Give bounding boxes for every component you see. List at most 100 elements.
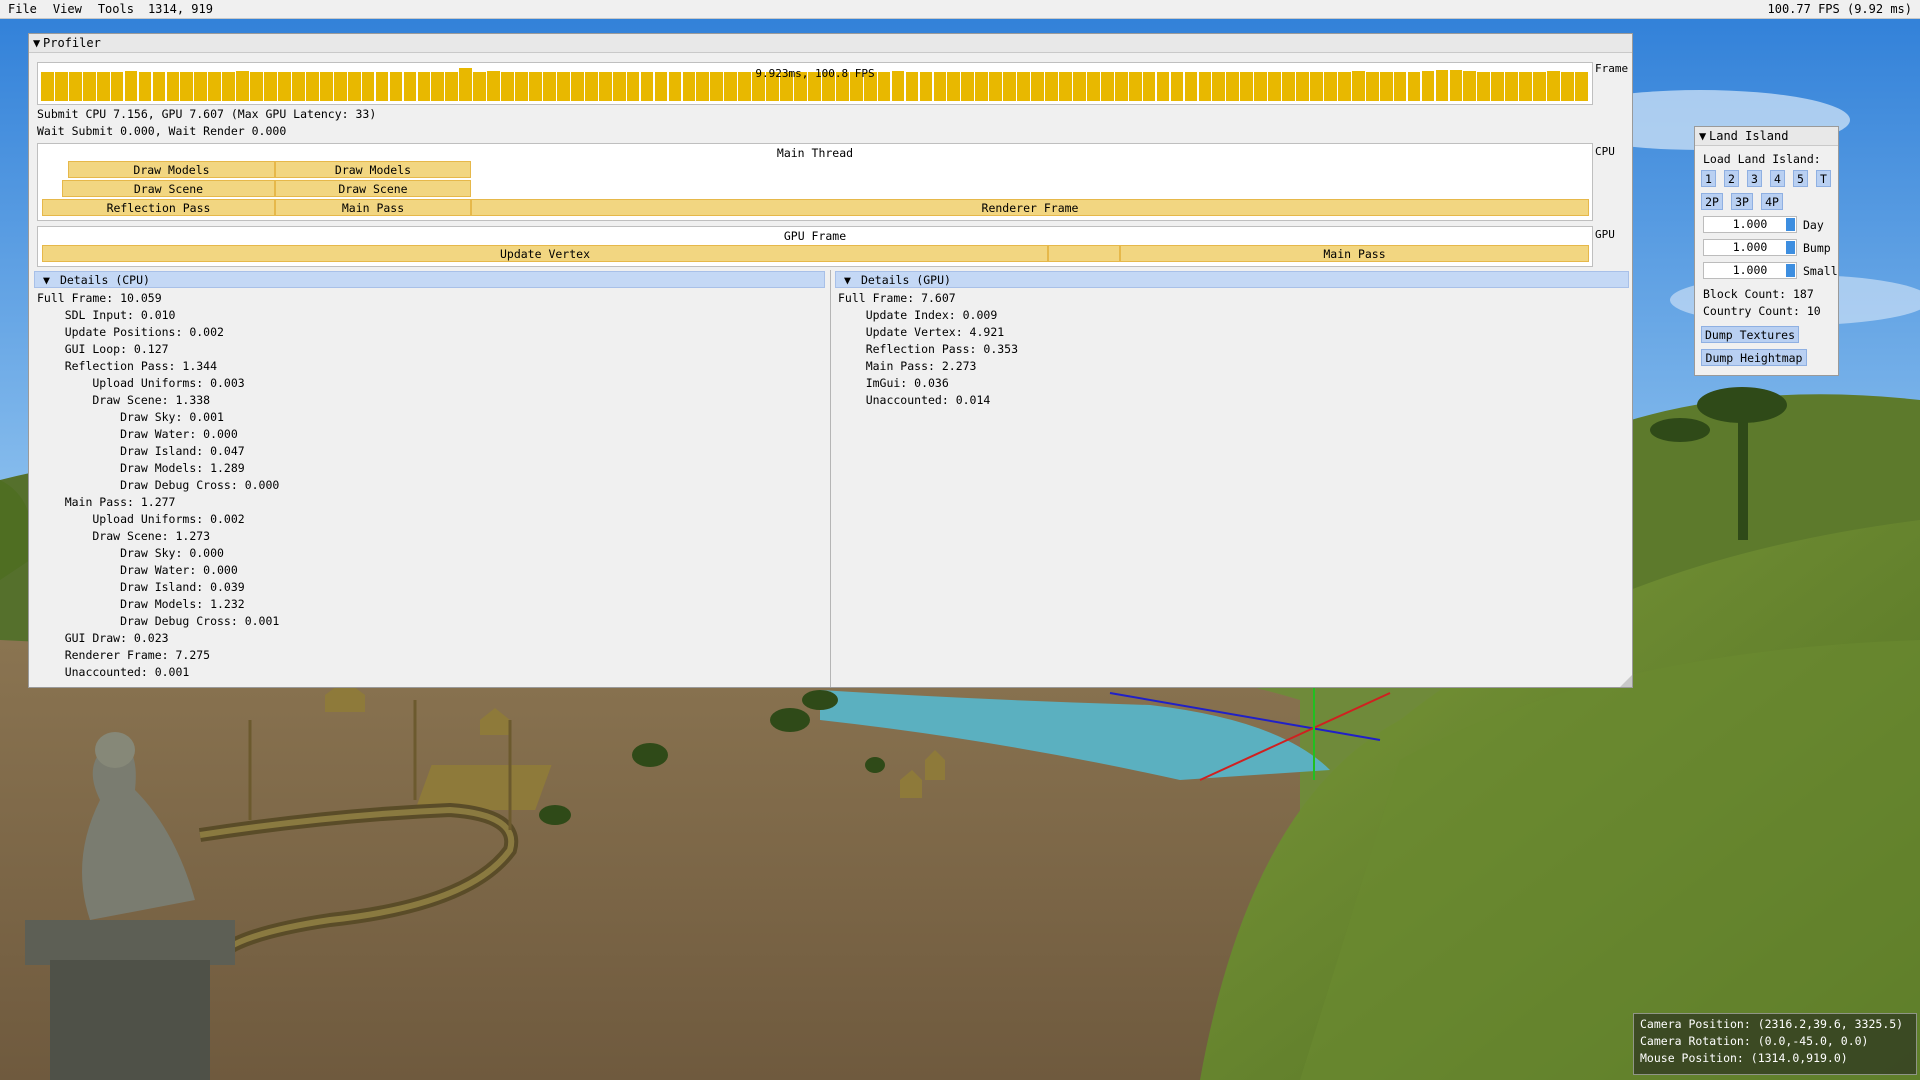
details-cpu-row: Draw Water: 0.000 <box>37 427 238 441</box>
menu-tools[interactable]: Tools <box>90 0 142 18</box>
island-4-button[interactable]: 4 <box>1770 170 1785 187</box>
details-cpu-row: Draw Debug Cross: 0.000 <box>37 478 280 492</box>
details-gpu-row: Full Frame: 7.607 <box>838 291 956 305</box>
details-cpu-row: Unaccounted: 0.001 <box>37 665 190 679</box>
details-cpu-row: Draw Island: 0.047 <box>37 444 245 458</box>
details-cpu-header[interactable]: ▼ Details (CPU) <box>34 271 825 288</box>
collapse-triangle-icon: ▼ <box>43 273 50 287</box>
details-cpu-row: Draw Sky: 0.001 <box>37 410 224 424</box>
island-5-button[interactable]: 5 <box>1793 170 1808 187</box>
block-draw-scene-reflection[interactable]: Draw Scene <box>62 180 275 197</box>
bump-slider-value: 1.000 <box>1732 240 1768 254</box>
collapse-triangle-icon[interactable]: ▼ <box>1699 127 1709 145</box>
gpu-track-title: GPU Frame <box>783 229 847 243</box>
details-gpu-list: Full Frame: 7.607 Update Index: 0.009 Up… <box>838 290 1018 409</box>
small-slider[interactable]: 1.000 <box>1703 262 1797 279</box>
dump-heightmap-button[interactable]: Dump Heightmap <box>1701 349 1807 366</box>
details-cpu-row: GUI Loop: 0.127 <box>37 342 169 356</box>
camera-position: Camera Position: (2316.2,39.6, 3325.5) <box>1640 1017 1904 1031</box>
details-cpu-row: Draw Island: 0.039 <box>37 580 245 594</box>
island-1-button[interactable]: 1 <box>1701 170 1716 187</box>
bump-slider[interactable]: 1.000 <box>1703 239 1797 256</box>
details-gpu-row: ImGui: 0.036 <box>838 376 949 390</box>
block-update-vertex[interactable]: Update Vertex <box>42 245 1048 262</box>
block-draw-scene-main[interactable]: Draw Scene <box>275 180 471 197</box>
details-cpu-title: Details (CPU) <box>59 273 150 287</box>
details-cpu-list: Full Frame: 10.059 SDL Input: 0.010 Upda… <box>37 290 279 681</box>
slider-grab-handle[interactable] <box>1786 241 1795 254</box>
details-cpu-row: Draw Scene: 1.338 <box>37 393 211 407</box>
profiler-window[interactable]: ▼ Profiler 9.923ms, 100.8 FPS Frame Submi… <box>28 33 1633 688</box>
details-splitter[interactable] <box>830 270 831 687</box>
island-2-button[interactable]: 2 <box>1724 170 1739 187</box>
details-cpu-row: Draw Water: 0.000 <box>37 563 238 577</box>
details-cpu-row: Draw Models: 1.232 <box>37 597 245 611</box>
cpu-timeline[interactable]: Main Thread Draw Models Draw Models Draw… <box>37 143 1593 221</box>
details-gpu-row: Unaccounted: 0.014 <box>838 393 991 407</box>
mouse-coordinate-readout: 1314, 919 <box>147 2 213 16</box>
block-main-pass[interactable]: Main Pass <box>275 199 471 216</box>
details-gpu-title: Details (GPU) <box>860 273 951 287</box>
block-reflection-pass[interactable]: Reflection Pass <box>42 199 275 216</box>
gpu-timeline[interactable]: GPU Frame Update Vertex Main Pass <box>37 226 1593 267</box>
details-cpu-row: Renderer Frame: 7.275 <box>37 648 211 662</box>
submit-stats: Submit CPU 7.156, GPU 7.607 (Max GPU Lat… <box>37 107 377 121</box>
details-cpu-row: Draw Models: 1.289 <box>37 461 245 475</box>
details-gpu-row: Reflection Pass: 0.353 <box>838 342 1019 356</box>
land-island-window[interactable]: ▼ Land Island Load Land Island: 1 2 3 4 5… <box>1694 126 1839 376</box>
details-cpu-row: Draw Scene: 1.273 <box>37 529 211 543</box>
land-island-title: Land Island <box>1709 129 1789 143</box>
frame-side-label: Frame <box>1595 62 1629 75</box>
players-4-button[interactable]: 4P <box>1761 193 1783 210</box>
details-cpu-row: SDL Input: 0.010 <box>37 308 176 322</box>
island-t-button[interactable]: T <box>1816 170 1831 187</box>
dump-textures-button[interactable]: Dump Textures <box>1701 326 1799 343</box>
small-slider-label: Small <box>1803 264 1838 278</box>
frame-time-graph[interactable]: 9.923ms, 100.8 FPS <box>37 62 1593 105</box>
profiler-title-bar[interactable]: ▼ Profiler <box>29 34 1632 53</box>
cpu-track-title: Main Thread <box>776 146 854 160</box>
block-reflection-gpu[interactable] <box>1048 245 1120 262</box>
details-cpu-row: Main Pass: 1.277 <box>37 495 176 509</box>
details-gpu-header[interactable]: ▼ Details (GPU) <box>835 271 1629 288</box>
day-slider[interactable]: 1.000 <box>1703 216 1797 233</box>
block-renderer-frame[interactable]: Renderer Frame <box>471 199 1589 216</box>
fps-readout: 100.77 FPS (9.92 ms) <box>1767 2 1913 16</box>
details-cpu-row: Update Positions: 0.002 <box>37 325 224 339</box>
island-3-button[interactable]: 3 <box>1747 170 1762 187</box>
gpu-side-label: GPU <box>1595 228 1615 241</box>
day-slider-label: Day <box>1803 218 1824 232</box>
menu-view[interactable]: View <box>45 0 90 18</box>
collapse-triangle-icon[interactable]: ▼ <box>33 34 43 52</box>
mouse-position: Mouse Position: (1314.0,919.0) <box>1640 1051 1848 1065</box>
details-cpu-row: Full Frame: 10.059 <box>37 291 162 305</box>
menu-file[interactable]: File <box>0 0 45 18</box>
load-island-label: Load Land Island: <box>1703 152 1821 166</box>
bump-slider-label: Bump <box>1803 241 1831 255</box>
block-draw-models-main[interactable]: Draw Models <box>275 161 471 178</box>
wait-stats: Wait Submit 0.000, Wait Render 0.000 <box>37 124 287 138</box>
details-cpu-row: Upload Uniforms: 0.003 <box>37 376 245 390</box>
land-island-title-bar[interactable]: ▼ Land Island <box>1695 127 1838 146</box>
profiler-title: Profiler <box>43 36 101 50</box>
cpu-side-label: CPU <box>1595 145 1615 158</box>
details-gpu-row: Update Vertex: 4.921 <box>838 325 1005 339</box>
details-cpu-row: Upload Uniforms: 0.002 <box>37 512 245 526</box>
details-cpu-row: Draw Debug Cross: 0.001 <box>37 614 280 628</box>
frame-graph-label: 9.923ms, 100.8 FPS <box>755 67 875 80</box>
block-main-pass-gpu[interactable]: Main Pass <box>1120 245 1589 262</box>
camera-rotation: Camera Rotation: (0.0,-45.0, 0.0) <box>1640 1034 1869 1048</box>
players-2-button[interactable]: 2P <box>1701 193 1723 210</box>
details-gpu-row: Main Pass: 2.273 <box>838 359 977 373</box>
collapse-triangle-icon: ▼ <box>844 273 851 287</box>
block-count: Block Count: 187 <box>1703 287 1814 301</box>
main-menu-bar: File View Tools 1314, 919 100.77 FPS (9.… <box>0 0 1920 19</box>
slider-grab-handle[interactable] <box>1786 264 1795 277</box>
players-3-button[interactable]: 3P <box>1731 193 1753 210</box>
camera-info-overlay: Camera Position: (2316.2,39.6, 3325.5) Ca… <box>1633 1013 1917 1075</box>
block-draw-models-reflection[interactable]: Draw Models <box>68 161 275 178</box>
resize-grip-icon[interactable] <box>1620 675 1632 687</box>
country-count: Country Count: 10 <box>1703 304 1821 318</box>
details-cpu-row: Reflection Pass: 1.344 <box>37 359 218 373</box>
slider-grab-handle[interactable] <box>1786 218 1795 231</box>
